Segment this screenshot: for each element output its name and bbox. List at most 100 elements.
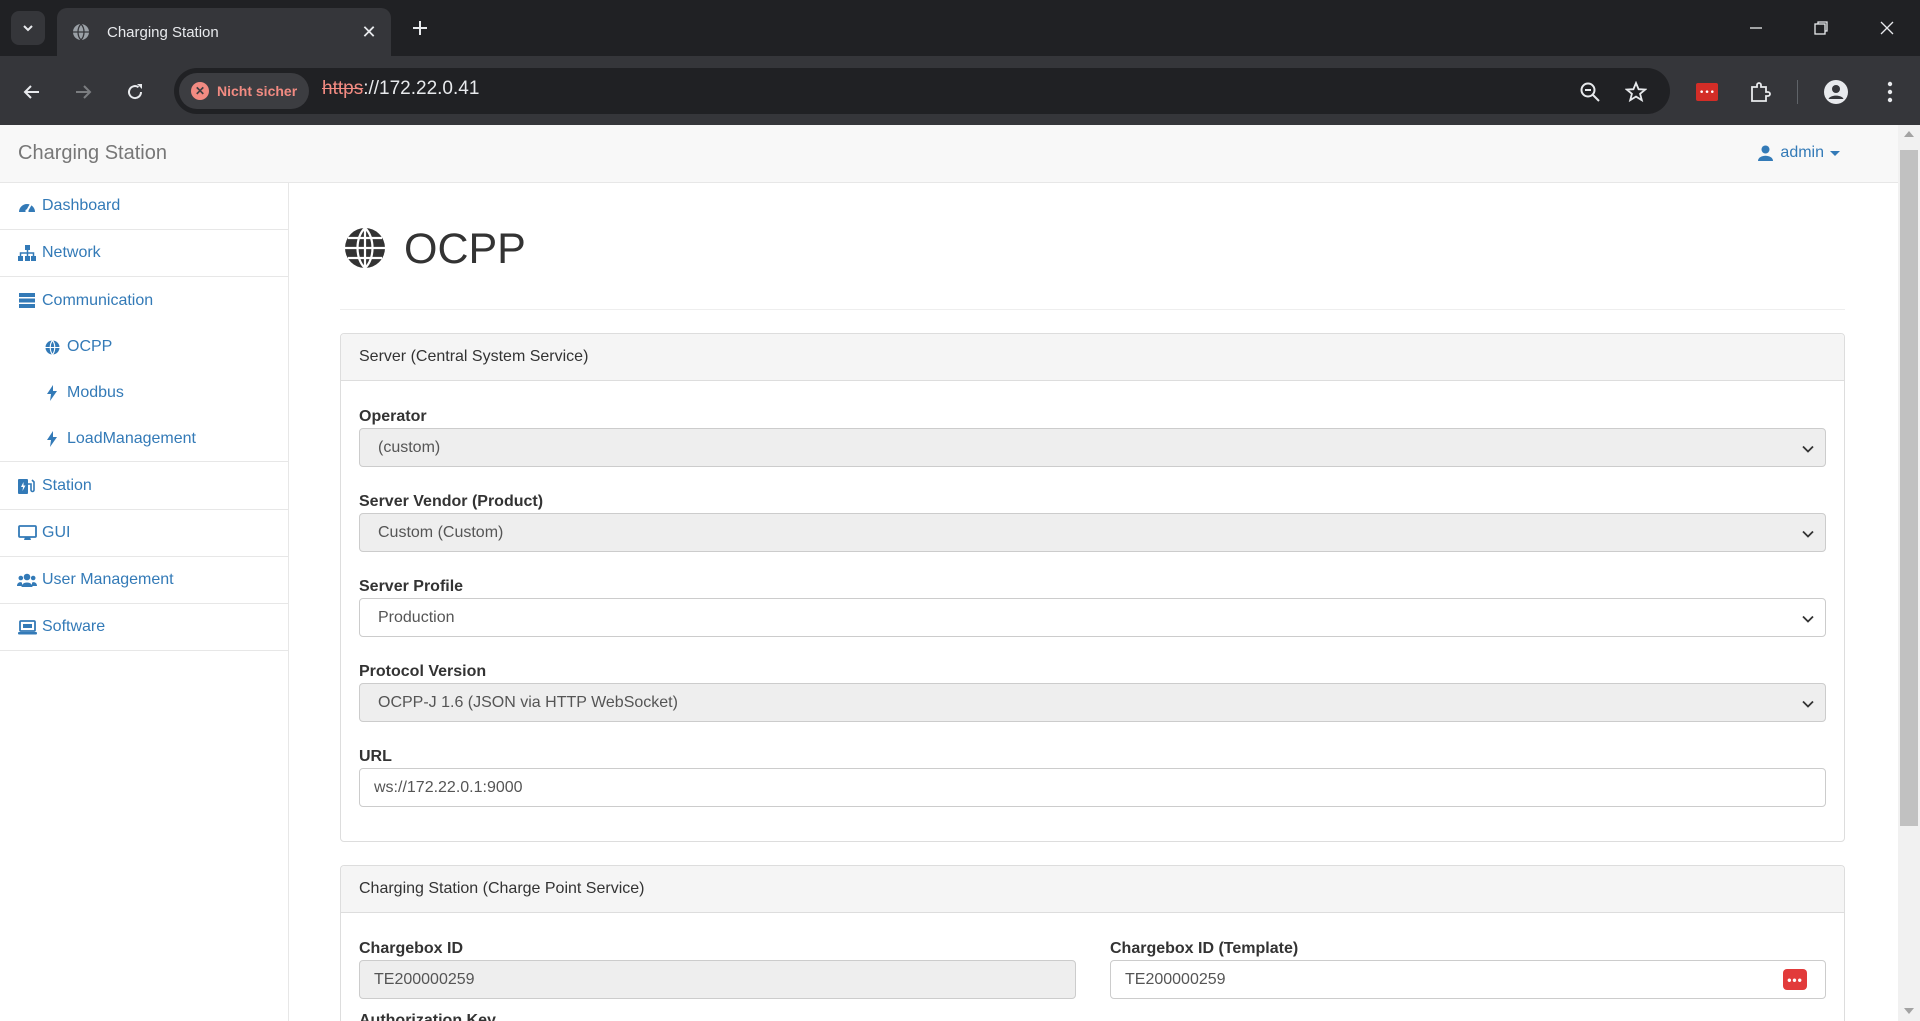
- minimize-button[interactable]: [1736, 8, 1776, 48]
- brand-title[interactable]: Charging Station: [18, 142, 167, 165]
- tab-search-button[interactable]: [11, 11, 45, 45]
- svg-text:•••: •••: [1699, 88, 1715, 98]
- dashboard-icon: [17, 196, 37, 216]
- sidebar-item-label: LoadManagement: [67, 429, 196, 447]
- sitemap-icon: [17, 243, 37, 263]
- sidebar-item-label: Station: [42, 477, 92, 494]
- sidebar-subitem-loadmanagement[interactable]: LoadManagement: [0, 416, 288, 462]
- browser-menu-button[interactable]: [1874, 76, 1906, 108]
- top-navbar: Charging Station admin: [0, 125, 1898, 183]
- chargebox-id-label: Chargebox ID: [359, 940, 464, 957]
- password-manager-icon[interactable]: •••: [1783, 969, 1807, 990]
- sidebar-subitem-modbus[interactable]: Modbus: [0, 370, 288, 416]
- sidebar-item-user-management[interactable]: User Management: [0, 557, 288, 604]
- sidebar-item-label: User Management: [42, 571, 174, 588]
- server-profile-label: Server Profile: [359, 578, 464, 595]
- server-vendor-select[interactable]: Custom (Custom): [359, 513, 1826, 552]
- bolt-icon: [43, 430, 61, 448]
- bolt-icon: [43, 384, 61, 402]
- sidebar-item-dashboard[interactable]: Dashboard: [0, 183, 288, 230]
- sidebar-subitem-ocpp[interactable]: OCPP: [0, 324, 288, 370]
- authorization-key-label: Authorization Key: [359, 1012, 496, 1021]
- protocol-version-value: OCPP-J 1.6 (JSON via HTTP WebSocket): [378, 693, 678, 711]
- web-page: Charging Station admin Dashboard Network…: [0, 125, 1898, 1021]
- chargebox-id-template-label: Chargebox ID (Template): [1110, 940, 1299, 957]
- chevron-down-icon: [1802, 615, 1814, 623]
- tab-title: Charging Station: [107, 23, 219, 41]
- url-label: URL: [359, 748, 392, 765]
- sidebar-item-label: Modbus: [67, 384, 124, 401]
- bookmark-button[interactable]: [1620, 76, 1652, 108]
- password-manager-icon: •••: [1696, 83, 1718, 101]
- url-scheme: https: [322, 78, 364, 99]
- restore-icon: [1814, 21, 1828, 35]
- back-button[interactable]: [12, 72, 52, 112]
- chargebox-id-template-value: TE200000259: [1125, 970, 1226, 988]
- scroll-down-arrow-icon[interactable]: [1904, 1008, 1914, 1014]
- sidebar-item-software[interactable]: Software: [0, 604, 288, 651]
- protocol-version-label: Protocol Version: [359, 663, 487, 680]
- sidebar-item-station[interactable]: Station: [0, 463, 288, 510]
- chevron-down-icon: [1802, 700, 1814, 708]
- laptop-icon: [17, 617, 37, 637]
- chargebox-id-template-input[interactable]: TE200000259 •••: [1110, 960, 1826, 999]
- reload-button[interactable]: [115, 72, 155, 112]
- caret-down-icon: [1830, 150, 1840, 156]
- close-tab-icon[interactable]: ✕: [357, 20, 381, 44]
- sidebar-item-label: OCPP: [67, 338, 113, 355]
- panel-heading: Charging Station (Charge Point Service): [341, 866, 1844, 913]
- puzzle-icon: [1751, 82, 1771, 102]
- toolbar-divider: [1797, 80, 1798, 104]
- sidebar-item-label: Communication: [42, 291, 154, 309]
- operator-select[interactable]: (custom): [359, 428, 1826, 467]
- account-icon: [1824, 80, 1848, 104]
- close-icon: [1880, 21, 1894, 35]
- sidebar-item-network[interactable]: Network: [0, 230, 288, 277]
- sidebar-item-gui[interactable]: GUI: [0, 510, 288, 557]
- globe-icon: [43, 338, 61, 356]
- server-vendor-label: Server Vendor (Product): [359, 493, 544, 510]
- user-dropdown[interactable]: admin: [1758, 144, 1840, 162]
- url-host: ://172.22.0.41: [363, 78, 480, 99]
- arrow-left-icon: [23, 85, 39, 99]
- chargebox-id-input[interactable]: TE200000259: [359, 960, 1076, 999]
- reload-icon: [128, 84, 143, 100]
- profile-button[interactable]: [1820, 76, 1852, 108]
- server-profile-select[interactable]: Production: [359, 598, 1826, 637]
- close-window-button[interactable]: [1867, 8, 1907, 48]
- operator-value: (custom): [378, 438, 441, 456]
- sidebar-item-communication[interactable]: Communication: [0, 277, 288, 324]
- globe-icon: [345, 227, 385, 269]
- protocol-version-select[interactable]: OCPP-J 1.6 (JSON via HTTP WebSocket): [359, 683, 1826, 722]
- chevron-down-icon: [23, 25, 33, 32]
- zoom-button[interactable]: [1574, 76, 1606, 108]
- restore-button[interactable]: [1801, 8, 1841, 48]
- browser-tab-bar: Charging Station ✕: [0, 0, 1920, 56]
- password-manager-extension[interactable]: •••: [1691, 76, 1723, 108]
- forward-button[interactable]: [63, 72, 103, 112]
- sidebar-item-label: Software: [42, 618, 106, 635]
- globe-icon: [71, 22, 91, 42]
- users-icon: [17, 570, 37, 590]
- security-indicator[interactable]: ✕ Nicht sicher: [179, 73, 309, 109]
- panel-heading: Server (Central System Service): [341, 334, 1844, 381]
- arrow-right-icon: [76, 85, 92, 99]
- username-label: admin: [1780, 144, 1824, 161]
- scroll-up-arrow-icon[interactable]: [1904, 131, 1914, 137]
- extensions-button[interactable]: [1744, 76, 1776, 108]
- security-label: Nicht sicher: [217, 83, 298, 99]
- sidebar-item-label: Dashboard: [42, 197, 121, 214]
- operator-label: Operator: [359, 408, 427, 425]
- server-icon: [17, 291, 37, 311]
- plus-icon: [413, 21, 427, 35]
- star-icon: [1625, 81, 1647, 103]
- browser-tab[interactable]: Charging Station ✕: [57, 8, 391, 56]
- scrollbar-thumb[interactable]: [1900, 150, 1918, 826]
- url-input[interactable]: ws://172.22.0.1:9000: [359, 768, 1826, 807]
- page-title: OCPP: [404, 225, 526, 273]
- new-tab-button[interactable]: [404, 12, 436, 44]
- page-header: OCPP: [340, 183, 1845, 310]
- url-text[interactable]: https://172.22.0.41: [322, 78, 479, 100]
- charging-station-panel: Charging Station (Charge Point Service) …: [340, 865, 1845, 1021]
- server-panel: Server (Central System Service) Operator…: [340, 333, 1845, 842]
